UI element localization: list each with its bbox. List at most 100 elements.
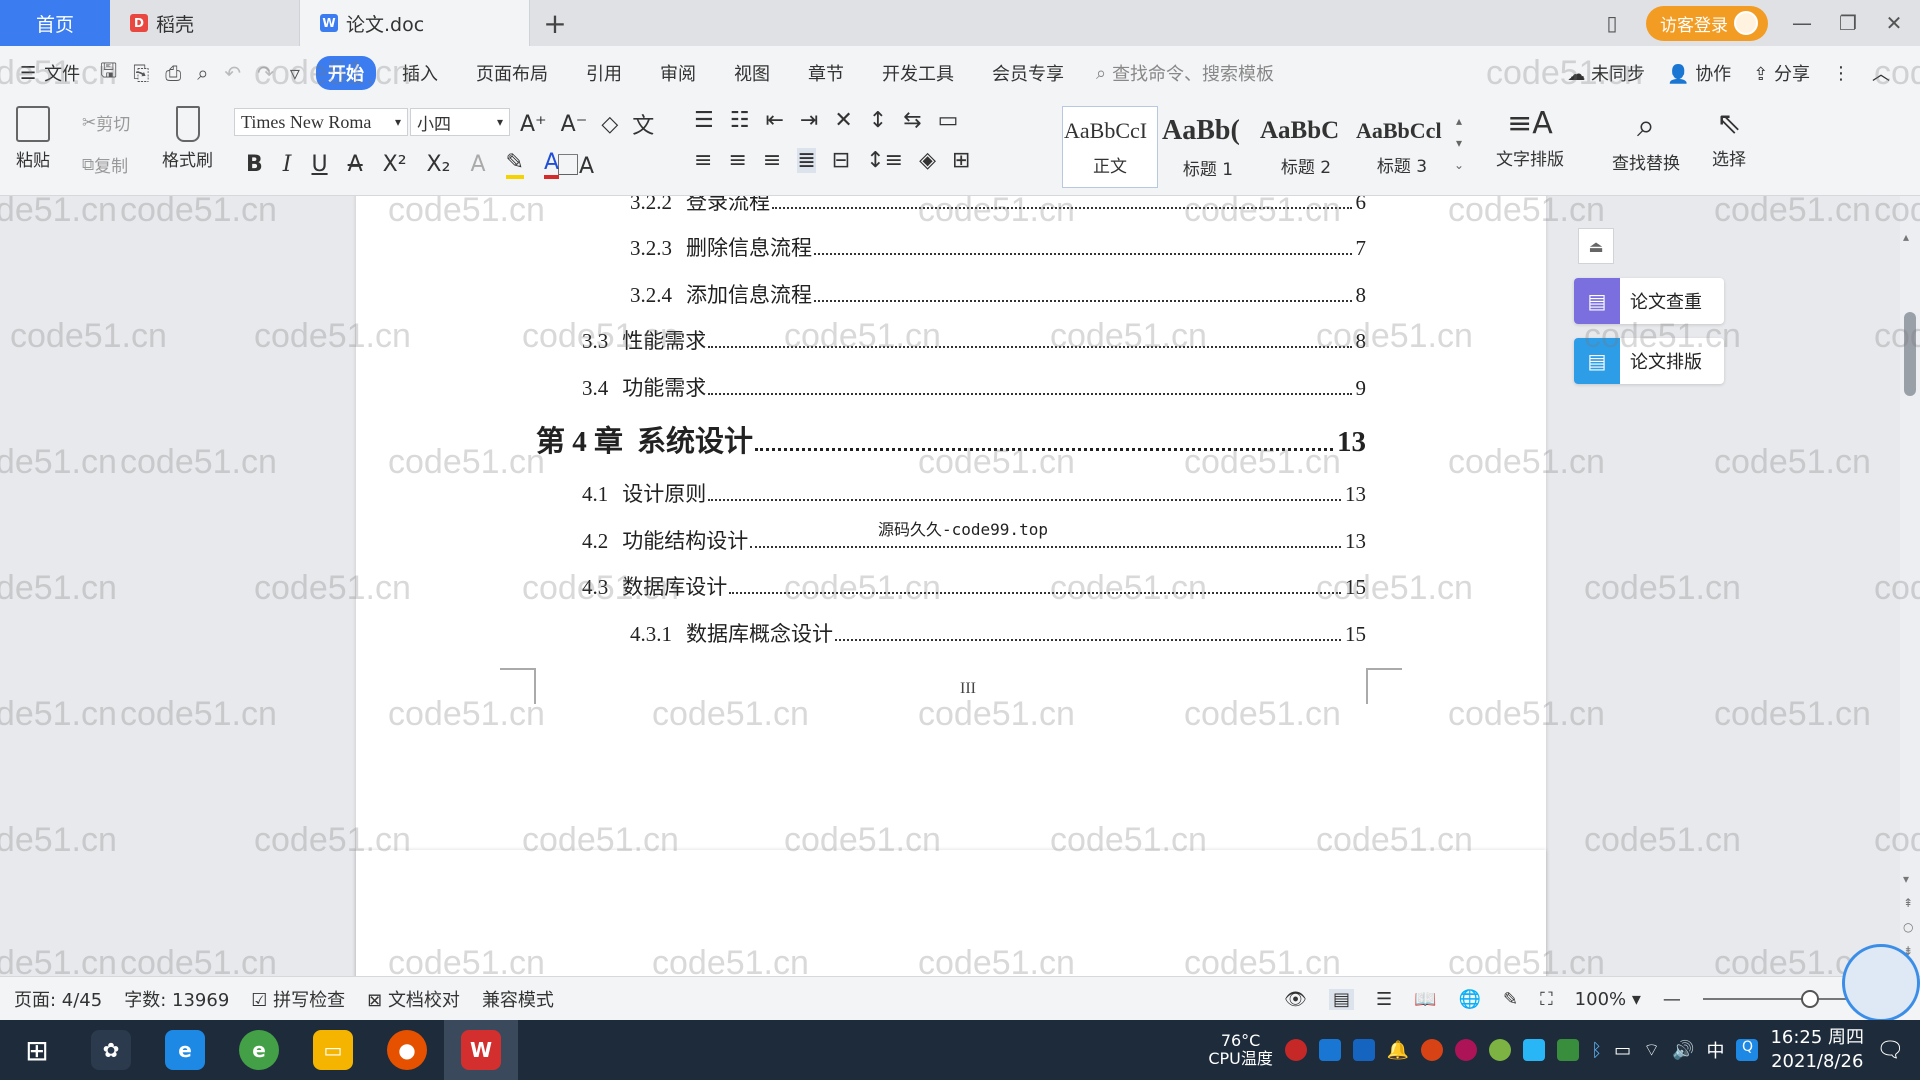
style-heading-2[interactable]: AaBbC 标题 2 xyxy=(1258,106,1354,188)
shrink-font-icon[interactable]: A⁻ xyxy=(561,112,588,137)
find-replace-button[interactable]: ⌕ 查找替换 xyxy=(1612,106,1680,174)
paste-button[interactable]: 粘贴 xyxy=(16,106,50,171)
close-icon[interactable]: ✕ xyxy=(1882,11,1906,35)
superscript-icon[interactable]: X² xyxy=(383,152,407,177)
nvidia-icon[interactable] xyxy=(1557,1039,1580,1061)
new-tab-button[interactable]: + xyxy=(530,0,580,46)
menu-insert[interactable]: 插入 xyxy=(390,56,450,90)
show-marks-icon[interactable]: ⇆ xyxy=(903,108,921,133)
redo-icon[interactable]: ↷ xyxy=(257,61,274,85)
document-page-next[interactable] xyxy=(356,850,1546,976)
shading-icon[interactable]: ◈ xyxy=(919,148,936,173)
toc-chapter[interactable]: 第 4 章 系统设计 13 xyxy=(536,418,1366,460)
proofread-button[interactable]: ⊠ 文档校对 xyxy=(367,986,460,1012)
vertical-scrollbar[interactable]: ▴ ▾ ⇞ ○ ⇟ xyxy=(1900,196,1920,976)
menu-chapter[interactable]: 章节 xyxy=(796,56,856,90)
highlight-icon[interactable]: ✎ xyxy=(505,150,524,179)
plagiarism-check-button[interactable]: ▤ 论文查重 xyxy=(1574,278,1724,324)
zoom-out-icon[interactable]: — xyxy=(1663,989,1681,1010)
shield-icon[interactable] xyxy=(1352,1039,1375,1061)
collapse-ribbon-icon[interactable]: ︿ xyxy=(1872,60,1890,86)
zoom-select[interactable]: 100% ▾ xyxy=(1575,989,1641,1010)
qq-icon[interactable]: Q xyxy=(1736,1039,1759,1061)
cpu-temp-widget[interactable]: 76°C CPU温度 xyxy=(1208,1032,1273,1068)
decrease-indent-icon[interactable]: ⇤ xyxy=(765,108,783,133)
wifi-icon[interactable]: ⌔ xyxy=(1643,1039,1660,1062)
menu-references[interactable]: 引用 xyxy=(574,56,634,90)
export-icon[interactable]: ⎘ xyxy=(133,61,149,85)
taskbar-app-recorder[interactable]: ● xyxy=(370,1020,444,1080)
style-heading-3[interactable]: AaBbCcl 标题 3 xyxy=(1354,106,1450,188)
toc-entry[interactable]: 3.3 性能需求 8 xyxy=(582,325,1366,355)
collab-button[interactable]: 👤 协作 xyxy=(1667,60,1731,86)
font-size-select[interactable]: 小四 ▾ xyxy=(410,108,510,136)
chinese-layout-icon[interactable]: ✕ xyxy=(834,108,852,133)
spell-check-button[interactable]: ☑ 拼写检查 xyxy=(251,986,345,1012)
ime-indicator[interactable]: 中 xyxy=(1706,1037,1724,1063)
distribute-icon[interactable]: ⊟ xyxy=(832,148,850,173)
tray-app-icon[interactable] xyxy=(1523,1039,1546,1061)
select-button[interactable]: ⇖ 选择 xyxy=(1712,106,1746,170)
cut-button[interactable]: ✂ 剪切 xyxy=(82,110,130,136)
bell-icon[interactable]: 🔔 xyxy=(1387,1040,1409,1061)
notification-center-icon[interactable]: 🗨 xyxy=(1876,1038,1904,1063)
clock[interactable]: 16:25 周四 2021/8/26 xyxy=(1770,1026,1864,1074)
layout-icon[interactable]: ▯ xyxy=(1600,11,1624,35)
zoom-slider-handle[interactable] xyxy=(1800,990,1819,1008)
char-border-icon[interactable]: ⃞A xyxy=(579,148,594,180)
tab-ruler-icon[interactable]: ▭ xyxy=(938,108,959,133)
word-count[interactable]: 字数: 13969 xyxy=(124,986,229,1012)
document-canvas[interactable]: 3.2.2 登录流程 6 3.2.3 删除信息流程 7 3.2.4 添加信息流程… xyxy=(0,196,1900,976)
file-menu[interactable]: ☰ 文件 xyxy=(20,60,80,86)
styles-scroll[interactable]: ▴ ▾ ⌄ xyxy=(1454,110,1464,176)
select-browse-icon[interactable]: ○ xyxy=(1903,920,1913,934)
scrollbar-thumb[interactable] xyxy=(1904,312,1916,396)
share-button[interactable]: ⇪ 分享 xyxy=(1753,60,1810,86)
tray-app-icon[interactable] xyxy=(1489,1039,1512,1061)
toc-entry[interactable]: 3.2.3 删除信息流程 7 xyxy=(630,232,1366,262)
align-center-icon[interactable]: ≡ xyxy=(728,148,746,173)
taskbar-app-ie[interactable]: e xyxy=(148,1020,222,1080)
toc-entry[interactable]: 3.4 功能需求 9 xyxy=(582,372,1366,402)
toc-entry[interactable]: 4.1 设计原则 13 xyxy=(582,478,1366,508)
scroll-up-icon[interactable]: ▴ xyxy=(1903,230,1909,244)
bluetooth-icon[interactable]: ᛒ xyxy=(1591,1040,1602,1061)
more-icon[interactable]: ⋮ xyxy=(1832,63,1850,84)
tab-document[interactable]: W 论文.doc xyxy=(300,0,530,46)
line-spacing-icon[interactable]: ↕≡ xyxy=(866,148,903,173)
tray-app-icon[interactable] xyxy=(1455,1039,1478,1061)
taskbar-app-browser[interactable]: e xyxy=(222,1020,296,1080)
strikethrough-icon[interactable]: A xyxy=(348,152,363,177)
web-view-icon[interactable]: 🌐 xyxy=(1459,989,1481,1010)
undo-icon[interactable]: ↶ xyxy=(224,61,241,85)
prev-page-icon[interactable]: ⇞ xyxy=(1903,896,1913,910)
outline-view-icon[interactable]: ☰ xyxy=(1376,989,1392,1010)
align-right-icon[interactable]: ≡ xyxy=(763,148,781,173)
font-name-select[interactable]: Times New Roma ▾ xyxy=(234,108,408,136)
assistant-ball[interactable] xyxy=(1842,944,1920,1022)
taskbar-app-explorer[interactable]: ▭ xyxy=(296,1020,370,1080)
clear-format-icon[interactable]: ◇ xyxy=(601,112,618,137)
copy-button[interactable]: ⧉ 复制 xyxy=(82,152,128,178)
tab-daoke[interactable]: D 稻壳 xyxy=(110,0,300,46)
toc-entry[interactable]: 3.2.2 登录流程 6 xyxy=(630,196,1366,216)
bold-icon[interactable]: B xyxy=(246,152,263,177)
zoom-slider[interactable] xyxy=(1702,990,1863,1008)
borders-icon[interactable]: ⊞ xyxy=(952,148,970,173)
bullet-list-icon[interactable]: ☰ xyxy=(694,108,714,133)
eye-protection-icon[interactable]: 👁 xyxy=(1284,989,1307,1010)
align-left-icon[interactable]: ≡ xyxy=(694,148,712,173)
phonetic-icon[interactable]: 文 xyxy=(632,108,654,140)
style-heading-1[interactable]: AaBb( 标题 1 xyxy=(1160,106,1256,188)
toc-entry[interactable]: 4.3.1 数据库概念设计 15 xyxy=(630,618,1366,648)
increase-indent-icon[interactable]: ⇥ xyxy=(800,108,818,133)
tab-home[interactable]: 首页 xyxy=(0,0,110,46)
start-button[interactable]: ⊞ xyxy=(0,1020,74,1080)
read-view-icon[interactable]: 📖 xyxy=(1414,989,1436,1010)
menu-home[interactable]: 开始 xyxy=(315,56,376,90)
underline-icon[interactable]: U xyxy=(311,152,327,177)
menu-review[interactable]: 审阅 xyxy=(648,56,708,90)
sort-icon[interactable]: ↕ xyxy=(869,108,887,133)
page-indicator[interactable]: 页面: 4/45 xyxy=(14,986,102,1012)
font-color-icon[interactable]: A xyxy=(543,150,559,179)
